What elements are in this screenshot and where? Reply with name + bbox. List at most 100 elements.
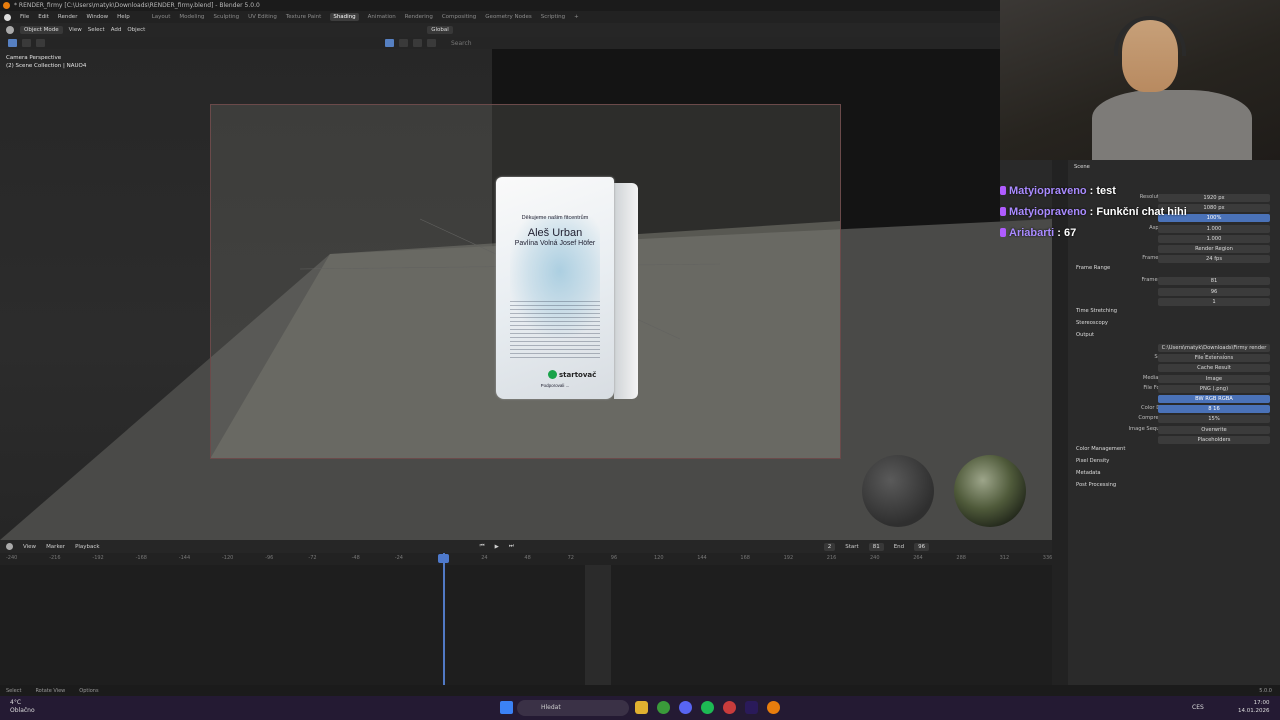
property-value[interactable]: 96 xyxy=(1158,287,1270,296)
timeline-editor-icon[interactable] xyxy=(6,543,13,550)
orientation-dropdown[interactable]: Global xyxy=(427,26,453,34)
weather-widget[interactable]: 4°C Oblačno xyxy=(10,699,35,715)
timeline-ruler[interactable]: -240-216-192-168-144-120-96-72-48-240244… xyxy=(0,553,1052,565)
tab-scripting[interactable]: Scripting xyxy=(541,14,565,20)
start-button-icon[interactable] xyxy=(500,701,513,714)
ruler-tick-label: -72 xyxy=(308,555,317,561)
jump-end-icon[interactable]: ⏭ xyxy=(509,543,514,550)
current-frame-field[interactable]: 2 xyxy=(823,542,836,551)
menu-add[interactable]: Add xyxy=(111,27,122,33)
section-header[interactable]: Metadata xyxy=(1076,470,1101,476)
section-header[interactable]: Frame Range xyxy=(1076,265,1110,271)
chat-text: : 67 xyxy=(1057,226,1077,239)
section-header[interactable]: Time Stretching xyxy=(1076,308,1117,314)
chat-message: Matyiopraveno: test xyxy=(1000,180,1187,201)
property-row: Color Depth 8 16 xyxy=(1068,405,1280,414)
taskbar-search[interactable]: Hledat xyxy=(517,700,629,716)
menu-file[interactable]: File xyxy=(20,14,29,20)
end-frame-field[interactable]: 96 xyxy=(914,542,930,551)
shading-wire-icon[interactable] xyxy=(385,39,394,47)
menu-object[interactable]: Object xyxy=(127,27,145,33)
ruler-tick-label: 264 xyxy=(913,555,923,561)
section-header[interactable]: Post Processing xyxy=(1076,482,1116,488)
property-value[interactable]: C:\Users\matyk\Downloads\Firmy render do… xyxy=(1158,344,1270,359)
property-value[interactable]: File Extensions xyxy=(1158,354,1270,363)
property-value[interactable]: 8 16 xyxy=(1158,405,1270,414)
start-frame-field[interactable]: 81 xyxy=(868,542,884,551)
menu-help[interactable]: Help xyxy=(117,14,130,20)
blender-taskbar-icon[interactable] xyxy=(767,701,780,714)
menu-window[interactable]: Window xyxy=(86,14,108,20)
clock[interactable]: 17:00 14.01.2026 xyxy=(1238,699,1270,715)
property-value[interactable]: Image xyxy=(1158,374,1270,383)
section-header[interactable]: Pixel Density xyxy=(1076,458,1109,464)
property-value[interactable]: PNG (.png) xyxy=(1158,384,1270,393)
property-value[interactable]: 24 fps xyxy=(1158,255,1270,264)
spotify-icon[interactable] xyxy=(701,701,714,714)
shading-rendered-icon[interactable] xyxy=(427,39,436,47)
playhead-handle[interactable] xyxy=(438,554,449,563)
timeline-menu-view[interactable]: View xyxy=(23,544,36,550)
chat-text: : test xyxy=(1089,184,1116,197)
status-rotate: Rotate View xyxy=(35,687,66,694)
properties-title: Scene xyxy=(1074,164,1090,170)
play-icon[interactable]: ▶ xyxy=(495,544,499,550)
property-row: Media TypeImage xyxy=(1068,374,1280,384)
tab-shading[interactable]: Shading xyxy=(330,13,359,21)
menu-render[interactable]: Render xyxy=(58,14,78,20)
mode-dropdown[interactable]: Object Mode xyxy=(20,26,63,34)
menu-view[interactable]: View xyxy=(69,27,82,33)
blender-menu-icon[interactable] xyxy=(4,13,11,21)
editor-type-icon[interactable] xyxy=(6,26,14,34)
chrome-icon[interactable] xyxy=(657,701,670,714)
timeline-menu-marker[interactable]: Marker xyxy=(46,544,65,550)
file-explorer-icon[interactable] xyxy=(635,701,648,714)
tab-texture-paint[interactable]: Texture Paint xyxy=(286,14,322,20)
jump-start-icon[interactable]: ⏮ xyxy=(480,543,485,550)
select-box-icon[interactable] xyxy=(8,39,17,47)
3d-viewport[interactable]: Camera Perspective (2) Scene Collection … xyxy=(0,49,1052,540)
property-value[interactable]: Overwrite xyxy=(1158,425,1270,434)
menu-edit[interactable]: Edit xyxy=(38,14,49,20)
timeline-area[interactable] xyxy=(0,565,1052,685)
discord-icon[interactable] xyxy=(679,701,692,714)
chrome-profile-icon[interactable] xyxy=(723,701,736,714)
property-value[interactable]: 1 xyxy=(1158,297,1270,306)
tab-animation[interactable]: Animation xyxy=(368,14,396,20)
kiosk-name-list xyxy=(510,301,600,361)
add-workspace-button[interactable]: + xyxy=(574,14,579,20)
tab-sculpting[interactable]: Sculpting xyxy=(213,14,239,20)
chat-badge-icon xyxy=(1000,228,1006,237)
kiosk-model[interactable]: Děkujeme našim fitcentrům Aleš Urban Pav… xyxy=(496,177,642,407)
lang-indicator[interactable]: CES xyxy=(1192,704,1204,711)
property-value[interactable]: BW RGB RGBA xyxy=(1158,395,1270,403)
property-value[interactable]: Placeholders xyxy=(1158,435,1270,444)
section-header[interactable]: Stereoscopy xyxy=(1076,320,1108,326)
timeline-menu-playback[interactable]: Playback xyxy=(75,544,100,550)
section-header[interactable]: Color Management xyxy=(1076,446,1125,452)
chat-message: Matyiopraveno: Funkční chat hihi xyxy=(1000,201,1187,222)
property-value[interactable]: 81 xyxy=(1158,277,1270,286)
select-extend-icon[interactable] xyxy=(36,39,45,47)
chat-message: Ariabarti: 67 xyxy=(1000,222,1187,243)
tab-rendering[interactable]: Rendering xyxy=(405,14,433,20)
tab-compositing[interactable]: Compositing xyxy=(442,14,476,20)
menu-select[interactable]: Select xyxy=(88,27,105,33)
property-value[interactable]: Render Region xyxy=(1158,245,1270,253)
property-value[interactable]: 15% xyxy=(1158,415,1270,424)
search-input[interactable]: Search xyxy=(451,40,631,47)
shading-material-icon[interactable] xyxy=(413,39,422,47)
premiere-icon[interactable] xyxy=(745,701,758,714)
playhead-line[interactable] xyxy=(443,553,445,685)
select-mode-icon[interactable] xyxy=(22,39,31,47)
tab-layout[interactable]: Layout xyxy=(152,14,171,20)
tab-uv-editing[interactable]: UV Editing xyxy=(248,14,277,20)
shading-solid-icon[interactable] xyxy=(399,39,408,47)
tab-geometry-nodes[interactable]: Geometry Nodes xyxy=(485,14,531,20)
ruler-tick-label: -144 xyxy=(178,555,191,561)
tab-modeling[interactable]: Modeling xyxy=(179,14,204,20)
property-value[interactable]: Cache Result xyxy=(1158,364,1270,373)
ruler-tick-label: 168 xyxy=(740,555,750,561)
kiosk-front-panel: Děkujeme našim fitcentrům Aleš Urban Pav… xyxy=(496,177,614,399)
section-header[interactable]: Output xyxy=(1076,332,1094,338)
